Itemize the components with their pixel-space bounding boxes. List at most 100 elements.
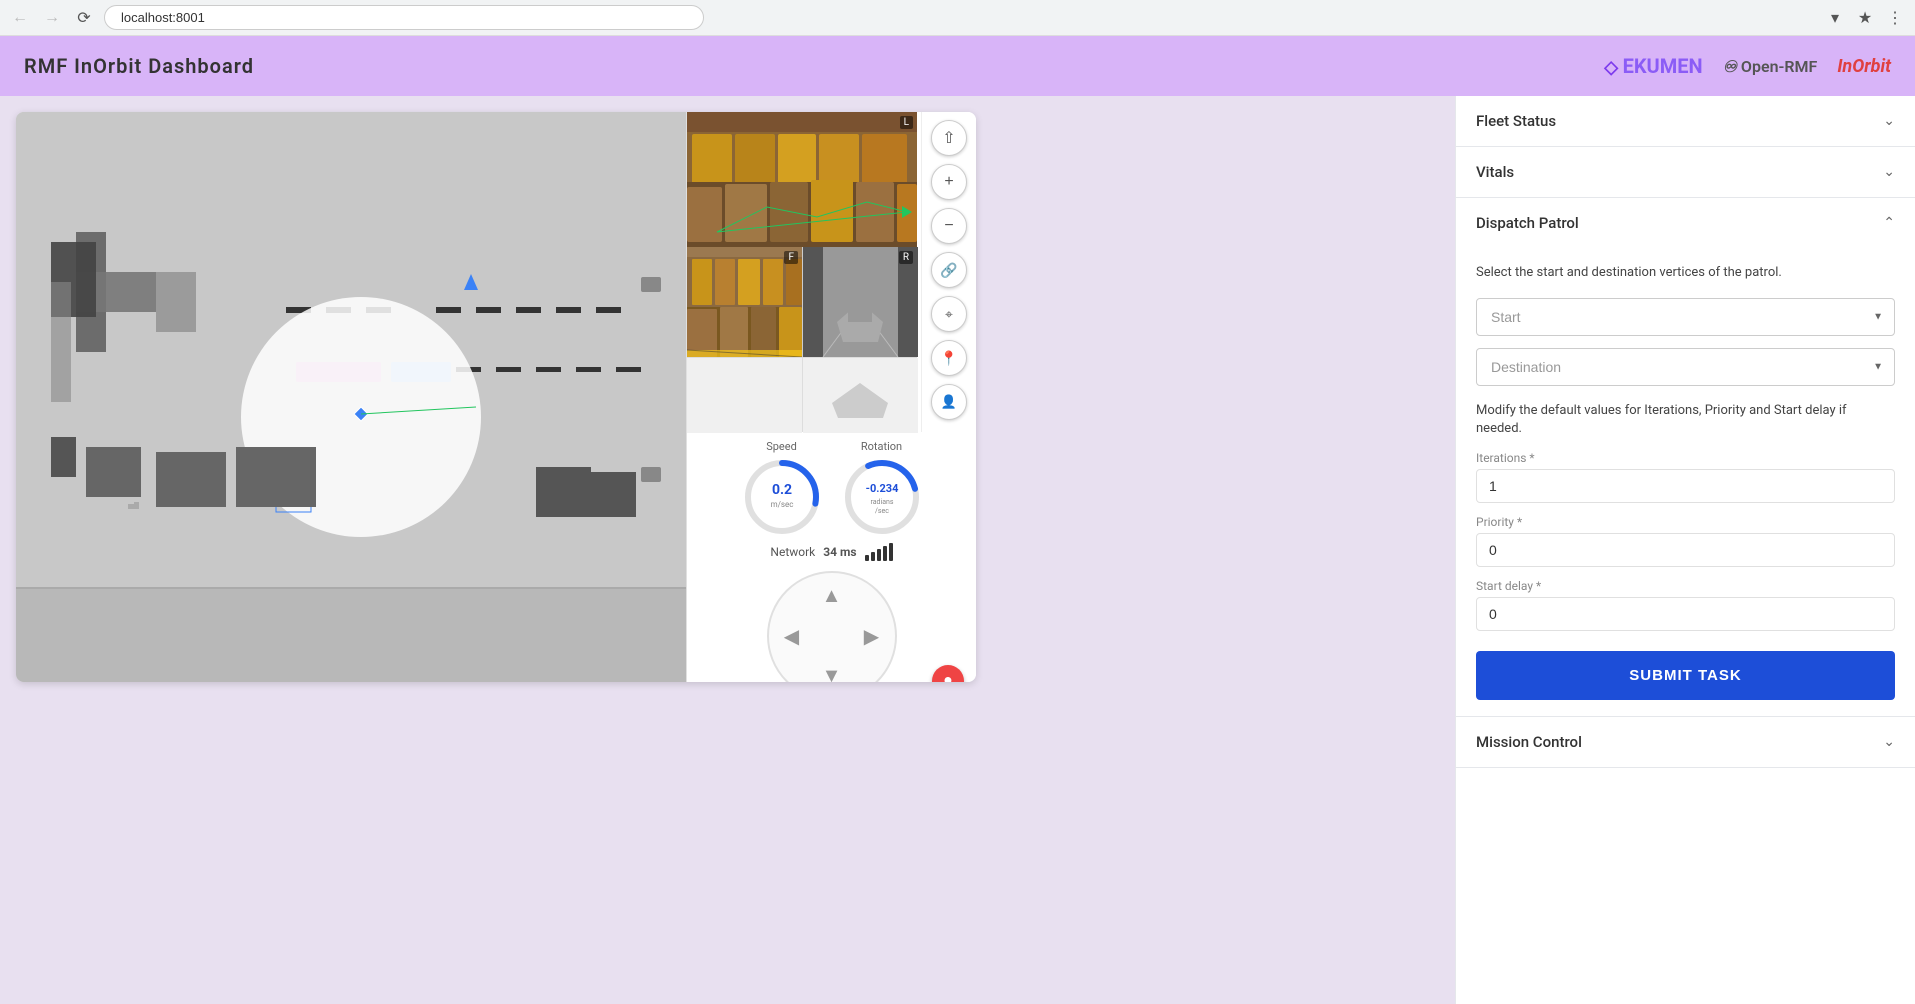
main-camera: L bbox=[687, 112, 917, 247]
app-title: RMF InOrbit Dashboard bbox=[24, 54, 254, 78]
start-delay-label: Start delay * bbox=[1476, 579, 1895, 593]
user-button[interactable]: 👤 bbox=[931, 384, 967, 420]
bar2 bbox=[871, 552, 875, 561]
mission-control-header[interactable]: Mission Control ⌄ bbox=[1456, 717, 1915, 767]
destination-select[interactable]: Destination bbox=[1476, 348, 1895, 386]
dpad-left-button[interactable]: ◀ bbox=[777, 621, 807, 651]
refresh-button[interactable]: ⟳ bbox=[72, 6, 96, 30]
vitals-section: Vitals ⌄ bbox=[1456, 147, 1915, 198]
rotation-gauge: -0.234 radians /sec bbox=[842, 457, 922, 537]
rotation-label: Rotation bbox=[861, 440, 902, 453]
bar4 bbox=[883, 546, 887, 561]
vitals-chevron: ⌄ bbox=[1883, 164, 1895, 180]
bottom-right-camera bbox=[802, 357, 917, 432]
map-view[interactable] bbox=[16, 112, 686, 682]
iterations-group: Iterations * bbox=[1476, 451, 1895, 503]
fleet-status-title: Fleet Status bbox=[1476, 112, 1556, 130]
fleet-status-chevron: ⌄ bbox=[1883, 113, 1895, 129]
forward-button[interactable]: → bbox=[40, 6, 64, 30]
dpad-container: ▲ ◀ ▶ ▼ ● bbox=[687, 563, 976, 682]
fleet-status-section: Fleet Status ⌄ bbox=[1456, 96, 1915, 147]
network-ms: 34 ms bbox=[823, 545, 856, 559]
address-bar[interactable] bbox=[104, 5, 704, 30]
priority-label: Priority * bbox=[1476, 515, 1895, 529]
network-label: Network bbox=[770, 545, 815, 559]
emergency-stop-button[interactable]: ● bbox=[932, 665, 964, 682]
dpad-circle: ▲ ◀ ▶ ▼ bbox=[767, 571, 897, 682]
svg-text:0.2: 0.2 bbox=[771, 482, 791, 498]
dpad-down-button[interactable]: ▼ bbox=[817, 661, 847, 682]
dispatch-patrol-header[interactable]: Dispatch Patrol ⌃ bbox=[1456, 198, 1915, 248]
gauges-row: Speed 0.2 m/sec Rotation bbox=[687, 432, 976, 541]
destination-select-wrapper: Destination bbox=[1476, 348, 1895, 386]
bar1 bbox=[865, 555, 869, 561]
patrol-instruction: Select the start and destination vertice… bbox=[1476, 264, 1895, 282]
start-select[interactable]: Start bbox=[1476, 298, 1895, 336]
robot-panel: L bbox=[686, 112, 976, 682]
start-delay-input[interactable] bbox=[1476, 597, 1895, 631]
speed-gauge: 0.2 m/sec bbox=[742, 457, 822, 537]
mission-control-title: Mission Control bbox=[1476, 733, 1582, 751]
openrmf-logo: ♾ Open-RMF bbox=[1723, 57, 1818, 76]
zoom-in-button[interactable]: + bbox=[931, 164, 967, 200]
vitals-title: Vitals bbox=[1476, 163, 1514, 181]
cameras-section: L bbox=[687, 112, 921, 432]
iterations-input[interactable] bbox=[1476, 469, 1895, 503]
speed-gauge-container: Speed 0.2 m/sec bbox=[742, 440, 822, 537]
map-svg bbox=[16, 112, 686, 587]
bar5 bbox=[889, 543, 893, 561]
svg-text:m/sec: m/sec bbox=[770, 500, 793, 509]
network-bars bbox=[865, 543, 893, 561]
rear-camera: R bbox=[802, 247, 917, 357]
extensions-button[interactable]: ▾ bbox=[1823, 6, 1847, 30]
dpad-right-button[interactable]: ▶ bbox=[857, 621, 887, 651]
inorbit-logo: InOrbit bbox=[1837, 56, 1891, 77]
main-camera-label: L bbox=[900, 116, 913, 129]
ekumen-logo: ◇ EKUMEN bbox=[1604, 54, 1702, 78]
modify-label: Modify the default values for Iterations… bbox=[1476, 402, 1895, 438]
svg-text:/sec: /sec bbox=[875, 507, 889, 515]
browser-chrome: ← → ⟳ ▾ ★ ⋮ bbox=[0, 0, 1915, 36]
speed-label: Speed bbox=[766, 440, 797, 453]
network-row: Network 34 ms bbox=[687, 541, 976, 563]
start-select-group: Start bbox=[1476, 298, 1895, 336]
camera-row: F bbox=[687, 247, 921, 357]
destination-select-group: Destination bbox=[1476, 348, 1895, 386]
start-delay-group: Start delay * bbox=[1476, 579, 1895, 631]
cam-main-image bbox=[687, 112, 917, 247]
north-button[interactable]: ⇧ bbox=[931, 120, 967, 156]
bookmark-button[interactable]: ★ bbox=[1853, 6, 1877, 30]
app-header: RMF InOrbit Dashboard ◇ EKUMEN ♾ Open-RM… bbox=[0, 36, 1915, 96]
dispatch-patrol-content: Select the start and destination vertice… bbox=[1456, 248, 1915, 716]
vitals-header[interactable]: Vitals ⌄ bbox=[1456, 147, 1915, 197]
menu-button[interactable]: ⋮ bbox=[1883, 6, 1907, 30]
submit-task-button[interactable]: SUBMIT TASK bbox=[1476, 651, 1895, 700]
bottom-camera-row bbox=[687, 357, 921, 432]
dispatch-patrol-title: Dispatch Patrol bbox=[1476, 214, 1579, 232]
location-button[interactable]: 📍 bbox=[931, 340, 967, 376]
fleet-status-header[interactable]: Fleet Status ⌄ bbox=[1456, 96, 1915, 146]
header-logos: ◇ EKUMEN ♾ Open-RMF InOrbit bbox=[1604, 54, 1891, 78]
start-select-wrapper: Start bbox=[1476, 298, 1895, 336]
robot-panel-top: L bbox=[687, 112, 976, 432]
rotation-gauge-container: Rotation -0.234 radians /sec bbox=[842, 440, 922, 537]
dispatch-patrol-section: Dispatch Patrol ⌃ Select the start and d… bbox=[1456, 198, 1915, 717]
iterations-label: Iterations * bbox=[1476, 451, 1895, 465]
link-button[interactable]: 🔗 bbox=[931, 252, 967, 288]
priority-group: Priority * bbox=[1476, 515, 1895, 567]
map-panel: L bbox=[0, 96, 1455, 1004]
back-button[interactable]: ← bbox=[8, 6, 32, 30]
priority-input[interactable] bbox=[1476, 533, 1895, 567]
mission-control-section: Mission Control ⌄ bbox=[1456, 717, 1915, 768]
mission-control-chevron: ⌄ bbox=[1883, 734, 1895, 750]
rear-camera-label: R bbox=[899, 251, 913, 264]
target-button[interactable]: ⌖ bbox=[931, 296, 967, 332]
bottom-left-camera bbox=[687, 357, 802, 432]
controls-column: ⇧ + − 🔗 ⌖ 📍 👤 bbox=[921, 112, 976, 432]
main-layout: L bbox=[0, 96, 1915, 1004]
front-camera: F bbox=[687, 247, 802, 357]
zoom-out-button[interactable]: − bbox=[931, 208, 967, 244]
dpad-up-button[interactable]: ▲ bbox=[817, 581, 847, 611]
map-container: L bbox=[16, 112, 976, 682]
map-footer bbox=[16, 587, 686, 682]
